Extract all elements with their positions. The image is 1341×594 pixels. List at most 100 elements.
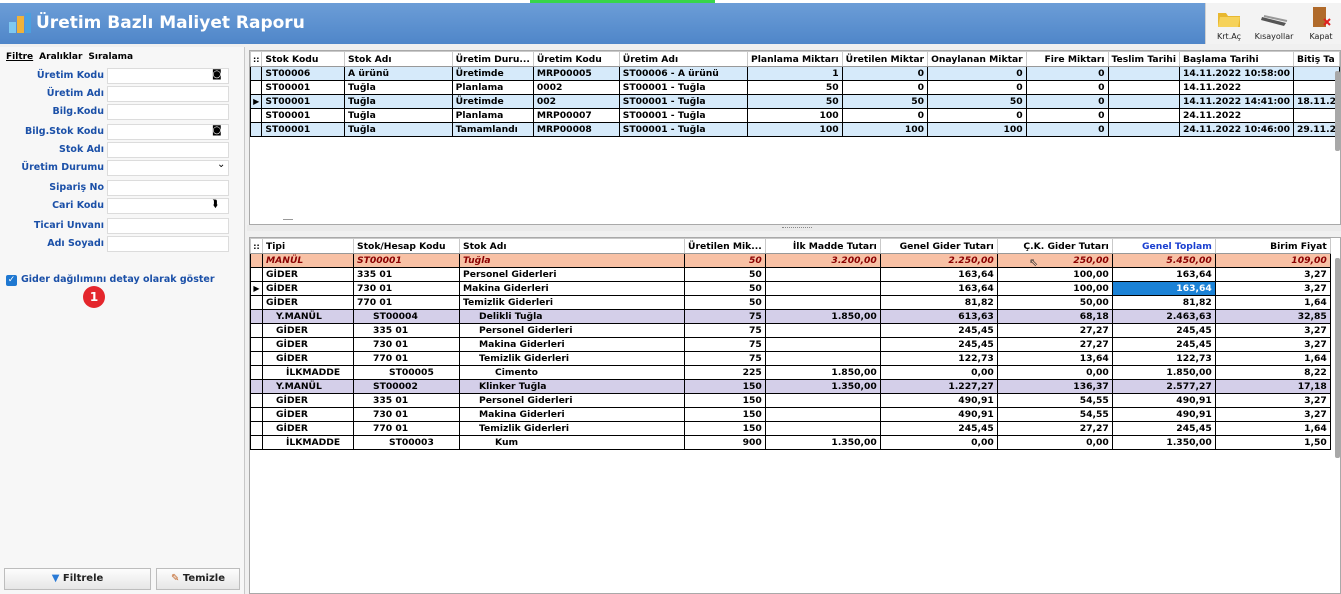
- filter-input[interactable]: [107, 104, 229, 120]
- table-cell[interactable]: 136,37: [996, 379, 1113, 394]
- column-header[interactable]: Stok Adı: [459, 238, 685, 254]
- table-cell[interactable]: 50: [927, 94, 1027, 109]
- table-cell[interactable]: 0: [927, 80, 1027, 95]
- table-cell[interactable]: 3,27: [1214, 393, 1331, 408]
- filter-input[interactable]: [107, 180, 229, 196]
- table-cell[interactable]: MRP00008: [532, 122, 620, 137]
- table-cell[interactable]: 109,00: [1214, 253, 1331, 268]
- table-cell[interactable]: [764, 337, 881, 352]
- table-cell[interactable]: [1107, 80, 1180, 95]
- table-row[interactable]: Y.MANÜL ST00004 Delikli Tuğla 75 1.850,00 613…: [250, 309, 1331, 324]
- table-cell[interactable]: 122,73: [879, 351, 998, 366]
- table-cell[interactable]: [764, 421, 881, 436]
- bottom-grid-scrollbar[interactable]: [1335, 258, 1340, 458]
- table-cell[interactable]: 0: [841, 66, 929, 81]
- filtrele-button[interactable]: ▼ Filtrele: [4, 568, 151, 590]
- filter-input[interactable]: [107, 86, 229, 102]
- table-cell[interactable]: MANÜL: [262, 253, 354, 268]
- table-cell[interactable]: 68,18: [996, 309, 1113, 324]
- table-cell[interactable]: 13,64: [996, 351, 1113, 366]
- table-cell[interactable]: 2.463,63: [1111, 309, 1216, 324]
- table-cell[interactable]: 335 01: [353, 323, 460, 338]
- filter-input[interactable]: [107, 68, 229, 84]
- table-cell[interactable]: 1.850,00: [1111, 365, 1216, 380]
- column-header[interactable]: Üretim Adı: [618, 51, 749, 67]
- table-cell[interactable]: ST00001: [261, 94, 346, 109]
- table-cell[interactable]: 24.11.2022: [1178, 108, 1295, 123]
- table-cell[interactable]: Klinker Tuğla: [459, 379, 685, 394]
- table-cell[interactable]: Makina Giderleri: [459, 337, 685, 352]
- filter-input[interactable]: [107, 160, 229, 176]
- table-cell[interactable]: 3,27: [1214, 267, 1331, 282]
- table-cell[interactable]: Tuğla: [344, 80, 453, 95]
- column-header[interactable]: Birim Fiyat: [1214, 238, 1331, 254]
- table-cell[interactable]: ST00001 - Tuğla: [618, 80, 749, 95]
- table-cell[interactable]: İLKMADDE: [262, 435, 354, 450]
- table-cell[interactable]: ST00006 - A ürünü: [618, 66, 749, 81]
- table-cell[interactable]: GİDER: [262, 281, 354, 296]
- table-cell[interactable]: 245,45: [1111, 323, 1216, 338]
- table-cell[interactable]: [764, 267, 881, 282]
- table-cell[interactable]: 18.11.2: [1293, 94, 1340, 109]
- table-cell[interactable]: Y.MANÜL: [262, 309, 354, 324]
- table-cell[interactable]: ST00001: [261, 108, 346, 123]
- table-cell[interactable]: Y.MANÜL: [262, 379, 354, 394]
- table-cell[interactable]: 150: [684, 421, 766, 436]
- table-cell[interactable]: 0: [1025, 66, 1109, 81]
- table-row[interactable]: ▶ ST00001 Tuğla Üretimde 002 ST00001 - Tuğla 5…: [250, 94, 1340, 109]
- table-cell[interactable]: ST00001 - Tuğla: [618, 122, 749, 137]
- table-cell[interactable]: [1107, 66, 1180, 81]
- lookup-icon[interactable]: ⮯: [212, 199, 218, 210]
- column-header[interactable]: Üretim Duru...: [451, 51, 534, 67]
- table-cell[interactable]: 730 01: [353, 337, 460, 352]
- table-cell[interactable]: ST00006: [261, 66, 346, 81]
- table-cell[interactable]: GİDER: [262, 337, 354, 352]
- table-cell[interactable]: Üretimde: [451, 66, 534, 81]
- table-cell[interactable]: 150: [684, 393, 766, 408]
- column-header[interactable]: Genel Toplam: [1111, 238, 1216, 254]
- table-cell[interactable]: 32,85: [1214, 309, 1331, 324]
- table-cell[interactable]: 3,27: [1214, 407, 1331, 422]
- table-cell[interactable]: 1,50: [1214, 435, 1331, 450]
- table-cell[interactable]: 122,73: [1111, 351, 1216, 366]
- table-cell[interactable]: 50: [747, 80, 843, 95]
- table-row[interactable]: ST00006 A ürünü Üretimde MRP00005 ST00006 - …: [250, 66, 1340, 81]
- table-cell[interactable]: ST00001 - Tuğla: [618, 94, 749, 109]
- tab-araliklar[interactable]: Aralıklar: [39, 52, 82, 62]
- table-cell[interactable]: 100: [841, 122, 929, 137]
- table-cell[interactable]: 50: [684, 267, 766, 282]
- column-header[interactable]: İlk Madde Tutarı: [764, 238, 881, 254]
- table-cell[interactable]: Temizlik Giderleri: [459, 421, 685, 436]
- table-cell[interactable]: 1.850,00: [764, 365, 881, 380]
- table-cell[interactable]: Makina Giderleri: [459, 407, 685, 422]
- table-cell[interactable]: 770 01: [353, 295, 460, 310]
- table-cell[interactable]: GİDER: [262, 323, 354, 338]
- binoculars-icon[interactable]: ◙: [212, 125, 222, 136]
- table-cell[interactable]: 245,45: [1111, 337, 1216, 352]
- krt-ac-button[interactable]: Krt.Aç: [1211, 5, 1247, 41]
- table-cell[interactable]: Delikli Tuğla: [459, 309, 685, 324]
- table-cell[interactable]: [764, 295, 881, 310]
- table-row[interactable]: GİDER 335 01 Personel Giderleri 75 245,45 27,…: [250, 323, 1331, 338]
- table-cell[interactable]: GİDER: [262, 393, 354, 408]
- table-cell[interactable]: 0,00: [996, 365, 1113, 380]
- table-cell[interactable]: ST00002: [353, 379, 460, 394]
- table-cell[interactable]: 29.11.2: [1293, 122, 1340, 137]
- table-cell[interactable]: Cimento: [459, 365, 685, 380]
- column-header[interactable]: Fire Miktarı: [1025, 51, 1109, 67]
- tab-filtre[interactable]: Filtre: [6, 52, 33, 62]
- table-cell[interactable]: 770 01: [353, 421, 460, 436]
- table-cell[interactable]: 27,27: [996, 421, 1113, 436]
- table-cell[interactable]: 100,00: [996, 281, 1113, 296]
- table-cell[interactable]: 245,45: [879, 337, 998, 352]
- table-row[interactable]: İLKMADDE ST00003 Kum 900 1.350,00 0,00 0,00 1.3…: [250, 435, 1331, 450]
- table-cell[interactable]: 50,00: [996, 295, 1113, 310]
- table-cell[interactable]: 0: [1025, 94, 1109, 109]
- table-cell[interactable]: 0002: [532, 80, 620, 95]
- table-cell[interactable]: MRP00007: [532, 108, 620, 123]
- table-cell[interactable]: 50: [684, 253, 766, 268]
- table-cell[interactable]: 1.350,00: [764, 435, 881, 450]
- table-row[interactable]: ▶ GİDER 730 01 Makina Giderleri 50 163,64 100,…: [250, 281, 1331, 296]
- column-header[interactable]: Stok Kodu: [261, 51, 346, 67]
- table-cell[interactable]: Makina Giderleri: [459, 281, 685, 296]
